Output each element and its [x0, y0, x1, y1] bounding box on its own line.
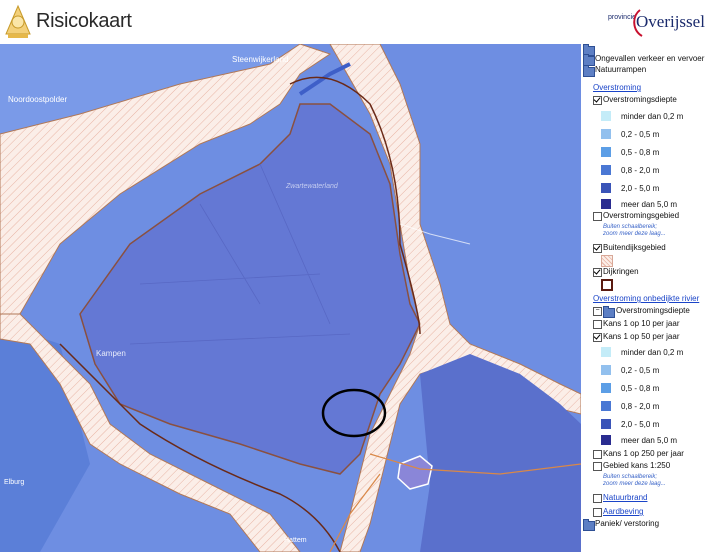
depth2-label-3: 0,5 - 0,8 m: [621, 384, 660, 393]
label-kampen: Kampen: [96, 349, 126, 358]
legend-ongevallen[interactable]: Ongevallen verkeer en vervoer: [595, 54, 704, 63]
legend-link-overstroming[interactable]: Overstroming: [593, 83, 641, 92]
legend-natuurrampen[interactable]: Natuurrampen: [595, 65, 646, 74]
collapse-toggle-icon[interactable]: −: [593, 307, 602, 316]
legend-panel[interactable]: Ongevallen verkeer en vervoer Natuurramp…: [581, 44, 707, 552]
label-noordoostpolder: Noordoostpolder: [8, 95, 67, 104]
depth-label-5: 2,0 - 5,0 m: [621, 184, 660, 193]
folder-open-icon: [583, 65, 595, 77]
checkbox-buitendijksgebied[interactable]: [593, 244, 602, 253]
legend-overstromingsdiepte: Overstromingsdiepte: [603, 95, 677, 104]
swatch-depth-4: [601, 165, 611, 175]
swatch-depth2-3: [601, 383, 611, 393]
legend-link-natuurbrand[interactable]: Natuurbrand: [603, 493, 647, 502]
legend-kans-50: Kans 1 op 50 per jaar: [603, 332, 680, 341]
label-zwartewaterland: Zwartewaterland: [285, 183, 339, 190]
label-elburg: Elburg: [4, 479, 24, 486]
swatch-dijkringen: [601, 279, 613, 291]
depth2-label-6: meer dan 5,0 m: [621, 436, 678, 445]
checkbox-overstromingsgebied[interactable]: [593, 212, 602, 221]
depth-label-4: 0,8 - 2,0 m: [621, 166, 660, 175]
swatch-depth-6: [601, 199, 611, 209]
checkbox-dijkringen[interactable]: [593, 268, 602, 277]
depth2-label-5: 2,0 - 5,0 m: [621, 420, 660, 429]
risicokaart-logo: [5, 4, 31, 38]
note-buiten-schaalbereik: Buiten schaalbereik;: [603, 224, 658, 230]
swatch-depth-2: [601, 129, 611, 139]
legend-link-overstroming-onbedijkte[interactable]: Overstroming onbedijkte rivier: [593, 294, 699, 303]
checkbox-aardbeving[interactable]: [593, 508, 602, 517]
label-steenwijkerland: Steenwijkerland: [232, 55, 288, 64]
legend-buitendijksgebied: Buitendijksgebied: [603, 243, 666, 252]
swatch-depth2-5: [601, 419, 611, 429]
checkbox-overstromingsdiepte[interactable]: [593, 96, 602, 105]
checkbox-gebied-kans[interactable]: [593, 462, 602, 471]
legend-dijkringen: Dijkringen: [603, 267, 639, 276]
app-title: Risicokaart: [36, 10, 132, 32]
folder-icon: [583, 519, 595, 531]
swatch-depth2-2: [601, 365, 611, 375]
checkbox-kans-50[interactable]: [593, 333, 602, 342]
swatch-depth-1: [601, 111, 611, 121]
map-view[interactable]: Steenwijkerland Noordoostpolder Zwartewa…: [0, 44, 581, 552]
legend-link-aardbeving[interactable]: Aardbeving: [603, 507, 643, 516]
swatch-buitendijksgebied: [601, 255, 613, 267]
depth-label-2: 0,2 - 0,5 m: [621, 130, 660, 139]
swatch-depth2-1: [601, 347, 611, 357]
folder-icon: [603, 306, 615, 318]
swatch-depth2-4: [601, 401, 611, 411]
checkbox-kans-250[interactable]: [593, 450, 602, 459]
depth-label-6: meer dan 5,0 m: [621, 200, 678, 209]
checkbox-natuurbrand[interactable]: [593, 494, 602, 503]
depth-label-3: 0,5 - 0,8 m: [621, 148, 660, 157]
depth2-label-4: 0,8 - 2,0 m: [621, 402, 660, 411]
province-name: Overijssel: [636, 12, 705, 31]
legend-overstromingsdiepte-2: Overstromingsdiepte: [616, 306, 690, 315]
app-header: Risicokaart provincie Overijssel: [0, 0, 707, 44]
checkbox-kans-10[interactable]: [593, 320, 602, 329]
swatch-depth-5: [601, 183, 611, 193]
depth2-label-1: minder dan 0,2 m: [621, 348, 684, 357]
swatch-depth-3: [601, 147, 611, 157]
legend-kans-250: Kans 1 op 250 per jaar: [603, 449, 684, 458]
label-hattem: Hattem: [284, 537, 307, 544]
depth2-label-2: 0,2 - 0,5 m: [621, 366, 660, 375]
swatch-depth2-6: [601, 435, 611, 445]
legend-paniek[interactable]: Paniek/ verstoring: [595, 519, 659, 528]
map-canvas[interactable]: Steenwijkerland Noordoostpolder Zwartewa…: [0, 44, 581, 552]
legend-gebied-kans: Gebied kans 1:250: [603, 461, 671, 470]
legend-kans-10: Kans 1 op 10 per jaar: [603, 319, 680, 328]
legend-overstromingsgebied: Overstromingsgebied: [603, 211, 680, 220]
province-logo: provincie Overijssel: [606, 8, 705, 40]
depth-label-1: minder dan 0,2 m: [621, 112, 684, 121]
note-zoom-meer-2: zoom meer deze laag...: [603, 481, 666, 487]
note-zoom-meer: zoom meer deze laag...: [603, 231, 666, 237]
note-buiten-schaalbereik-2: Buiten schaalbereik;: [603, 474, 658, 480]
